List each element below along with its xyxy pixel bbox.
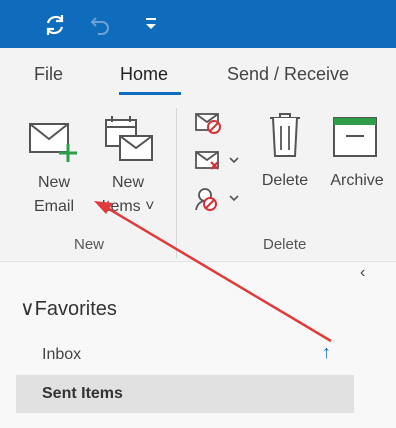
folder-label: Sent Items <box>42 385 123 402</box>
new-group-label: New <box>74 236 105 253</box>
ignore-icon[interactable] <box>194 110 224 136</box>
new-email-button[interactable]: New Email <box>22 112 86 222</box>
folder-inbox[interactable]: Inbox <box>16 336 354 374</box>
clean-up-icon[interactable] <box>194 148 242 174</box>
group-separator <box>176 108 177 258</box>
collapse-pane-button[interactable]: ‹ <box>360 264 365 282</box>
new-email-label-line1: New <box>37 174 70 191</box>
folder-sent-items[interactable]: Sent Items <box>16 375 354 413</box>
delete-group-label: Delete <box>263 236 307 253</box>
ribbon-divider <box>0 261 396 262</box>
undo-icon[interactable] <box>88 12 114 38</box>
tab-send-receive[interactable]: Send / Receive <box>227 64 349 85</box>
active-tab-indicator <box>119 92 181 95</box>
junk-icon[interactable] <box>194 186 242 212</box>
delete-button[interactable]: Delete <box>254 108 316 198</box>
title-bar <box>0 0 396 48</box>
new-email-icon <box>29 123 77 162</box>
favorites-header[interactable]: ∨Favorites <box>20 296 117 321</box>
new-items-icon <box>105 116 153 161</box>
tab-home[interactable]: Home <box>120 64 168 85</box>
new-email-label-line2: Email <box>33 198 74 215</box>
archive-icon <box>333 117 377 157</box>
trash-icon <box>270 113 300 157</box>
archive-button[interactable]: Archive <box>322 108 392 198</box>
tab-file[interactable]: File <box>34 64 63 85</box>
sync-icon[interactable] <box>42 12 68 38</box>
new-items-button[interactable]: New Items ˅ <box>94 112 162 222</box>
delete-label: Delete <box>261 172 309 189</box>
new-items-label-line1: New <box>111 174 144 191</box>
archive-label: Archive <box>330 172 384 189</box>
new-items-label-line2: Items ˅ <box>101 198 155 215</box>
inbox-indicator-icon: ↑ <box>322 342 331 362</box>
customize-qat-icon[interactable] <box>144 16 158 32</box>
folder-label: Inbox <box>42 346 82 363</box>
